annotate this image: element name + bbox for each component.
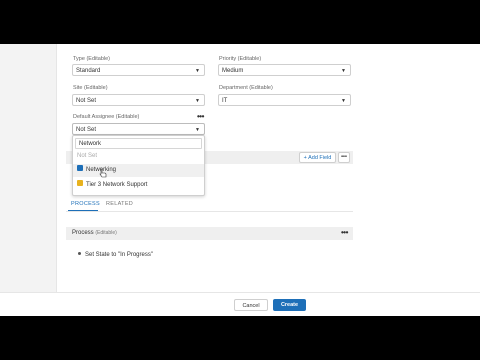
more-options-icon[interactable]: ••• <box>341 228 348 237</box>
option-label: Tier 3 Network Support <box>86 182 148 188</box>
priority-select[interactable]: Medium ▼ <box>218 64 351 76</box>
dropdown-option-not-set[interactable]: Not Set <box>73 150 204 163</box>
site-label: Site (Editable) <box>73 85 108 91</box>
add-field-button[interactable]: + Add Field <box>299 152 336 163</box>
priority-value: Medium <box>222 68 244 74</box>
tab-divider <box>66 211 353 212</box>
default-assignee-label: Default Assignee (Editable) <box>73 114 140 120</box>
site-value: Not Set <box>76 98 97 104</box>
type-select[interactable]: Standard ▼ <box>72 64 205 76</box>
more-options-icon[interactable]: ••• <box>197 112 204 121</box>
assignee-dropdown: Network Not Set Networking Tier 3 Networ… <box>72 135 205 196</box>
dropdown-option-networking[interactable]: Networking <box>73 164 204 177</box>
default-assignee-select[interactable]: Not Set ▼ <box>72 123 205 135</box>
chevron-down-icon: ▼ <box>341 68 346 74</box>
modal-footer: Cancel Create <box>0 292 480 316</box>
process-step-text: Set State to "In Progress" <box>85 252 153 258</box>
process-title: Process (Editable) <box>72 230 117 236</box>
chevron-down-icon: ▼ <box>341 98 346 104</box>
modal-frame: Type (Editable) Standard ▼ Priority (Edi… <box>0 44 480 316</box>
process-title-note: (Editable) <box>95 230 117 236</box>
chevron-down-icon: ▼ <box>195 98 200 104</box>
option-label: Not Set <box>77 153 98 159</box>
bullet-icon <box>78 252 81 255</box>
dropdown-search-input[interactable]: Network <box>75 138 202 149</box>
create-button[interactable]: Create <box>273 299 306 311</box>
priority-label: Priority (Editable) <box>219 56 262 62</box>
type-value: Standard <box>76 68 101 74</box>
group-icon <box>77 165 83 172</box>
type-label: Type (Editable) <box>73 56 110 62</box>
chevron-down-icon: ▼ <box>195 68 200 74</box>
left-sidebar <box>0 44 57 292</box>
dropdown-option-tier3[interactable]: Tier 3 Network Support <box>73 179 204 192</box>
department-label: Department (Editable) <box>219 85 273 91</box>
process-title-text: Process <box>72 230 94 236</box>
department-select[interactable]: IT ▼ <box>218 94 351 106</box>
group-icon <box>77 180 83 187</box>
tab-process[interactable]: PROCESS <box>71 201 100 207</box>
department-value: IT <box>222 98 228 104</box>
hand-cursor-icon <box>99 168 107 178</box>
site-select[interactable]: Not Set ▼ <box>72 94 205 106</box>
process-step: Set State to "In Progress" <box>78 252 153 258</box>
tab-related[interactable]: RELATED <box>106 201 133 207</box>
default-assignee-value: Not Set <box>76 127 97 133</box>
more-options-icon[interactable]: ••• <box>338 152 350 163</box>
cancel-button[interactable]: Cancel <box>234 299 268 311</box>
